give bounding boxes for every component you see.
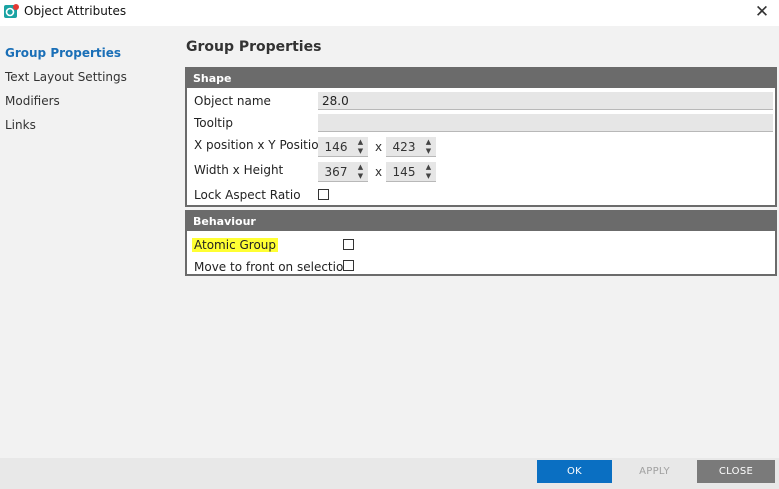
position-label: X position x Y Position	[194, 138, 327, 152]
sidebar-item-group-properties[interactable]: Group Properties	[5, 46, 121, 66]
height-value: 145	[392, 165, 416, 179]
times-separator: x	[375, 165, 383, 179]
close-icon[interactable]: ✕	[749, 1, 775, 23]
atomic-group-checkbox[interactable]	[343, 239, 354, 250]
x-position-stepper[interactable]: 146 ▲ ▼	[318, 137, 368, 157]
increment-icon[interactable]: ▲	[423, 138, 434, 147]
shape-group: Shape Object name 28.0 Tooltip X positio…	[185, 67, 777, 207]
object-name-field[interactable]: 28.0	[318, 92, 773, 110]
dialog-footer: OK APPLY CLOSE	[0, 458, 779, 489]
close-button[interactable]: CLOSE	[697, 460, 775, 483]
lock-aspect-checkbox[interactable]	[318, 189, 329, 200]
object-name-label: Object name	[194, 94, 271, 108]
times-separator: x	[375, 140, 383, 154]
app-icon	[4, 4, 19, 18]
increment-icon[interactable]: ▲	[355, 138, 366, 147]
atomic-group-text: Atomic Group	[192, 238, 279, 252]
lock-aspect-label: Lock Aspect Ratio	[194, 188, 301, 202]
ok-button[interactable]: OK	[537, 460, 612, 483]
window-title: Object Attributes	[24, 4, 127, 18]
apply-button[interactable]: APPLY	[617, 460, 692, 483]
increment-icon[interactable]: ▲	[355, 163, 366, 172]
decrement-icon[interactable]: ▼	[355, 147, 366, 156]
size-label: Width x Height	[194, 163, 284, 177]
move-front-label: Move to front on selection	[194, 260, 351, 274]
shape-group-header: Shape	[187, 69, 775, 88]
main-panel: Group Properties Shape Object name 28.0 …	[172, 26, 779, 458]
decrement-icon[interactable]: ▼	[423, 172, 434, 181]
page-title: Group Properties	[186, 39, 322, 55]
decrement-icon[interactable]: ▼	[423, 147, 434, 156]
behaviour-group: Behaviour Atomic Group Move to front on …	[185, 210, 777, 276]
y-position-value: 423	[392, 140, 416, 154]
sidebar-item-text-layout-settings[interactable]: Text Layout Settings	[5, 70, 127, 90]
tooltip-field[interactable]	[318, 114, 773, 132]
sidebar-item-links[interactable]: Links	[5, 118, 36, 138]
x-position-value: 146	[324, 140, 348, 154]
sidebar: Group Properties Text Layout Settings Mo…	[0, 26, 172, 458]
move-front-checkbox[interactable]	[343, 260, 354, 271]
width-value: 367	[324, 165, 348, 179]
tooltip-label: Tooltip	[194, 116, 233, 130]
height-stepper[interactable]: 145 ▲ ▼	[386, 162, 436, 182]
width-stepper[interactable]: 367 ▲ ▼	[318, 162, 368, 182]
atomic-group-label: Atomic Group	[192, 238, 279, 252]
increment-icon[interactable]: ▲	[423, 163, 434, 172]
decrement-icon[interactable]: ▼	[355, 172, 366, 181]
sidebar-item-modifiers[interactable]: Modifiers	[5, 94, 60, 114]
title-bar: Object Attributes ✕	[0, 0, 779, 26]
y-position-stepper[interactable]: 423 ▲ ▼	[386, 137, 436, 157]
behaviour-group-header: Behaviour	[187, 212, 775, 231]
